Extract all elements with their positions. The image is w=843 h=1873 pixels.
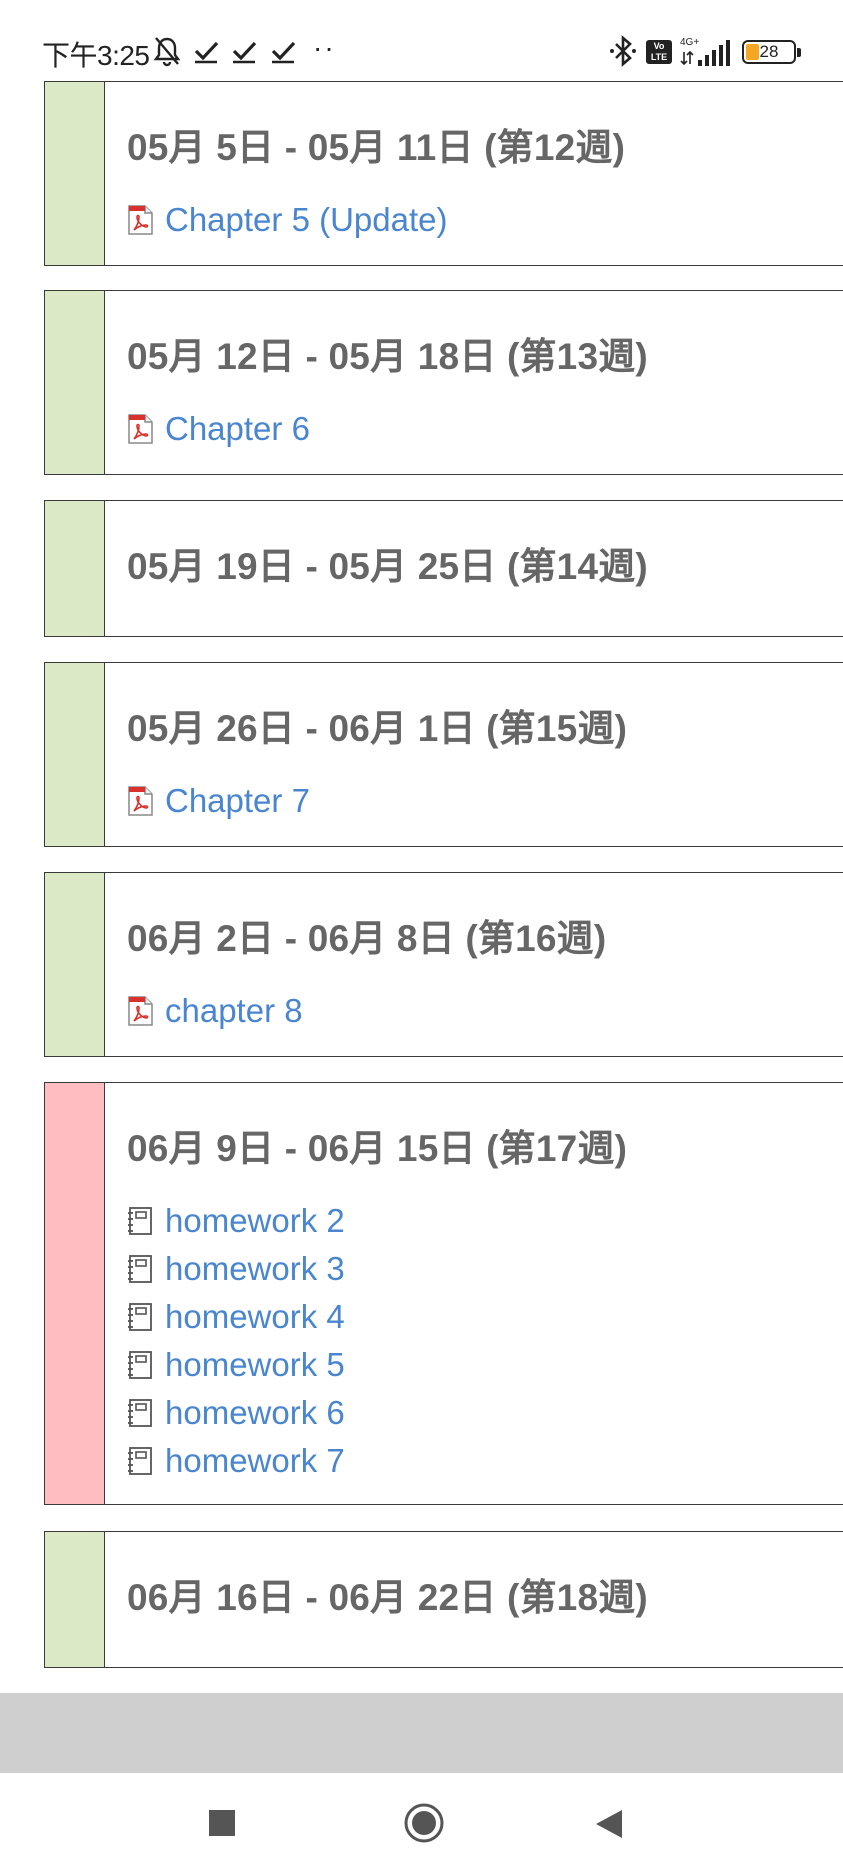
resource-link[interactable]: chapter 8 bbox=[127, 987, 843, 1035]
resource-link[interactable]: Chapter 7 bbox=[127, 777, 843, 825]
course-section-5: 06月 2日 - 06月 8日 (第16週) chapter 8 bbox=[44, 872, 843, 1057]
bell-muted-icon bbox=[153, 37, 181, 67]
section-status-bar bbox=[45, 501, 105, 636]
section-status-bar bbox=[45, 1083, 105, 1504]
activity-label[interactable]: homework 4 bbox=[165, 1298, 345, 1336]
activity-label[interactable]: homework 5 bbox=[165, 1346, 345, 1384]
section-activities: homework 2 homework 3 homework 4 homework 5… bbox=[127, 1197, 843, 1485]
section-title: 06月 9日 - 06月 15日 (第17週) bbox=[127, 1128, 628, 1169]
section-title: 06月 2日 - 06月 8日 (第16週) bbox=[127, 918, 607, 959]
resource-link[interactable]: Chapter 5 (Update) bbox=[127, 196, 843, 244]
course-section-7: 06月 16日 - 06月 22日 (第18週) bbox=[44, 1531, 843, 1668]
assignment-icon bbox=[127, 1254, 153, 1284]
signal-icon: 4G+ bbox=[680, 37, 730, 66]
section-title: 06月 16日 - 06月 22日 (第18週) bbox=[127, 1577, 648, 1618]
section-content: 06月 9日 - 06月 15日 (第17週) homework 2 homewo… bbox=[127, 1127, 843, 1485]
pdf-icon bbox=[127, 414, 153, 444]
pdf-icon bbox=[127, 996, 153, 1026]
activity-label[interactable]: homework 3 bbox=[165, 1250, 345, 1288]
section-status-bar bbox=[45, 82, 105, 265]
resource-link[interactable]: Chapter 6 bbox=[127, 405, 843, 453]
volte-icon: Vo LTE bbox=[646, 40, 672, 64]
section-title: 05月 26日 - 06月 1日 (第15週) bbox=[127, 708, 628, 749]
section-activities: Chapter 7 bbox=[127, 777, 843, 825]
course-section-2: 05月 12日 - 05月 18日 (第13週) Chapter 6 bbox=[44, 290, 843, 475]
assignment-icon bbox=[127, 1302, 153, 1332]
assignment-icon bbox=[127, 1350, 153, 1380]
page-footer bbox=[0, 1693, 843, 1773]
system-nav-bar bbox=[0, 1773, 843, 1873]
section-title: 05月 19日 - 05月 25日 (第14週) bbox=[127, 546, 648, 587]
section-status-bar bbox=[45, 1532, 105, 1667]
activity-label[interactable]: Chapter 5 (Update) bbox=[165, 201, 447, 239]
activity-label[interactable]: homework 6 bbox=[165, 1394, 345, 1432]
activity-label[interactable]: homework 2 bbox=[165, 1202, 345, 1240]
recents-button[interactable] bbox=[207, 1808, 237, 1838]
assignment-icon bbox=[127, 1446, 153, 1476]
status-time: 下午3:25 bbox=[42, 40, 150, 71]
section-content: 05月 5日 - 05月 11日 (第12週) Chapter 5 (Updat… bbox=[127, 126, 843, 244]
assignment-link[interactable]: homework 4 bbox=[127, 1293, 843, 1341]
assignment-icon bbox=[127, 1206, 153, 1236]
section-content: 05月 19日 - 05月 25日 (第14週) bbox=[127, 545, 843, 589]
course-section-6: 06月 9日 - 06月 15日 (第17週) homework 2 homewo… bbox=[44, 1082, 843, 1505]
pdf-icon bbox=[127, 786, 153, 816]
check-icon bbox=[232, 41, 257, 64]
section-content: 05月 12日 - 05月 18日 (第13週) Chapter 6 bbox=[127, 335, 843, 453]
check-icon bbox=[271, 41, 296, 64]
home-button[interactable] bbox=[403, 1802, 445, 1844]
section-content: 06月 16日 - 06月 22日 (第18週) bbox=[127, 1576, 843, 1620]
section-status-bar bbox=[45, 663, 105, 846]
assignment-link[interactable]: homework 6 bbox=[127, 1389, 843, 1437]
activity-label[interactable]: Chapter 6 bbox=[165, 410, 310, 448]
battery-icon: 28 bbox=[742, 40, 801, 64]
section-title: 05月 12日 - 05月 18日 (第13週) bbox=[127, 336, 648, 377]
assignment-link[interactable]: homework 5 bbox=[127, 1341, 843, 1389]
assignment-link[interactable]: homework 7 bbox=[127, 1437, 843, 1485]
back-button[interactable] bbox=[594, 1808, 624, 1840]
network-type-label: 4G+ bbox=[680, 37, 699, 48]
section-content: 06月 2日 - 06月 8日 (第16週) chapter 8 bbox=[127, 917, 843, 1035]
section-status-bar bbox=[45, 291, 105, 474]
assignment-link[interactable]: homework 2 bbox=[127, 1197, 843, 1245]
activity-label[interactable]: chapter 8 bbox=[165, 992, 303, 1030]
section-activities: Chapter 5 (Update) bbox=[127, 196, 843, 244]
section-content: 05月 26日 - 06月 1日 (第15週) Chapter 7 bbox=[127, 707, 843, 825]
section-title: 05月 5日 - 05月 11日 (第12週) bbox=[127, 127, 626, 168]
status-bar: 下午3:25 ·· Vo LTE 4G+ 28 bbox=[0, 0, 843, 80]
activity-label[interactable]: homework 7 bbox=[165, 1442, 345, 1480]
section-activities: Chapter 6 bbox=[127, 405, 843, 453]
check-icon bbox=[194, 41, 219, 64]
section-activities: chapter 8 bbox=[127, 987, 843, 1035]
assignment-icon bbox=[127, 1398, 153, 1428]
assignment-link[interactable]: homework 3 bbox=[127, 1245, 843, 1293]
bluetooth-icon bbox=[610, 35, 636, 67]
status-more: ·· bbox=[313, 32, 336, 63]
course-section-4: 05月 26日 - 06月 1日 (第15週) Chapter 7 bbox=[44, 662, 843, 847]
pdf-icon bbox=[127, 205, 153, 235]
battery-percent: 28 bbox=[759, 42, 779, 61]
course-section-3: 05月 19日 - 05月 25日 (第14週) bbox=[44, 500, 843, 637]
section-status-bar bbox=[45, 873, 105, 1056]
course-section-1: 05月 5日 - 05月 11日 (第12週) Chapter 5 (Updat… bbox=[44, 81, 843, 266]
activity-label[interactable]: Chapter 7 bbox=[165, 782, 310, 820]
